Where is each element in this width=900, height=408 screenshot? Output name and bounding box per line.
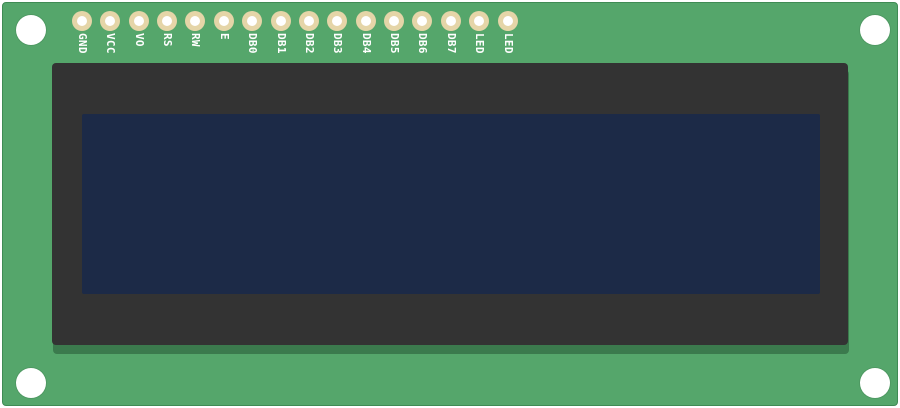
- pin-db1[interactable]: [271, 11, 291, 31]
- pin-label-gnd: GND: [76, 33, 89, 54]
- pin-label-e: E: [218, 33, 231, 40]
- lcd-display-area: [82, 114, 820, 294]
- pin-label-db0: DB0: [246, 33, 259, 54]
- pin-gnd[interactable]: [72, 11, 92, 31]
- mounting-hole-top-right: [860, 15, 890, 45]
- pin-label-rs: RS: [161, 33, 174, 47]
- pin-led-cathode[interactable]: [498, 11, 518, 31]
- pin-label-db5: DB5: [388, 33, 401, 54]
- pin-label-vcc: VCC: [104, 33, 117, 54]
- pin-rs[interactable]: [157, 11, 177, 31]
- pin-label-db6: DB6: [416, 33, 429, 54]
- pin-db6[interactable]: [412, 11, 432, 31]
- pin-label-db3: DB3: [331, 33, 344, 54]
- pin-label-led-cathode: LED: [502, 33, 515, 54]
- pin-db3[interactable]: [327, 11, 347, 31]
- pin-label-vo: VO: [133, 33, 146, 47]
- pin-label-db4: DB4: [360, 33, 373, 54]
- pin-label-db1: DB1: [275, 33, 288, 54]
- pin-label-led-anode: LED: [473, 33, 486, 54]
- pin-db7[interactable]: [441, 11, 461, 31]
- pin-e[interactable]: [214, 11, 234, 31]
- pin-label-db2: DB2: [303, 33, 316, 54]
- mounting-hole-bottom-left: [16, 368, 46, 398]
- pin-label-db7: DB7: [445, 33, 458, 54]
- pin-vcc[interactable]: [100, 11, 120, 31]
- pin-db5[interactable]: [384, 11, 404, 31]
- pin-label-rw: RW: [189, 33, 202, 47]
- mounting-hole-top-left: [16, 15, 46, 45]
- pin-db4[interactable]: [356, 11, 376, 31]
- pin-rw[interactable]: [185, 11, 205, 31]
- mounting-hole-bottom-right: [860, 368, 890, 398]
- pin-led-anode[interactable]: [469, 11, 489, 31]
- pin-vo[interactable]: [129, 11, 149, 31]
- pin-db2[interactable]: [299, 11, 319, 31]
- pin-db0[interactable]: [242, 11, 262, 31]
